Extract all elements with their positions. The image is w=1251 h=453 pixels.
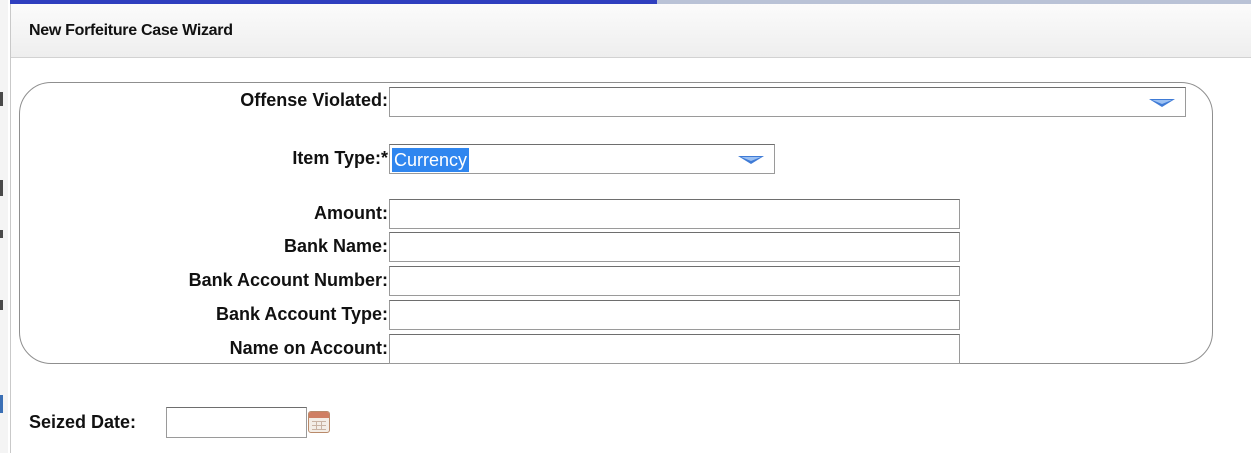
chevron-down-icon[interactable] <box>738 156 764 164</box>
bank-account-type-label: Bank Account Type: <box>215 304 388 324</box>
amount-label: Amount: <box>314 203 388 223</box>
bank-account-type-field[interactable] <box>389 300 960 330</box>
edge-tick <box>0 92 3 106</box>
seized-date-label: Seized Date: <box>29 412 137 432</box>
calendar-icon-header <box>309 412 329 418</box>
name-on-account-label: Name on Account: <box>229 338 388 358</box>
amount-field[interactable] <box>389 199 960 229</box>
edge-tick <box>0 180 3 196</box>
offense-violated-label: Offense Violated: <box>240 90 388 110</box>
seized-date-field[interactable] <box>166 407 307 438</box>
bank-account-number-field[interactable] <box>389 266 960 296</box>
wizard-titlebar: New Forfeiture Case Wizard <box>11 4 1251 58</box>
edge-tick <box>0 300 3 310</box>
item-type-value: Currency <box>392 148 470 172</box>
calendar-icon-grid <box>312 421 326 430</box>
wizard-title: New Forfeiture Case Wizard <box>29 22 233 39</box>
calendar-icon[interactable] <box>308 411 330 433</box>
name-on-account-field[interactable] <box>389 334 960 364</box>
left-edge <box>0 0 8 453</box>
item-type-label: Item Type:* <box>292 148 388 168</box>
chevron-down-icon[interactable] <box>1149 99 1175 107</box>
bank-name-label: Bank Name: <box>283 236 388 256</box>
edge-tick <box>0 395 3 413</box>
item-type-select[interactable]: Currency <box>389 144 775 174</box>
bank-account-number-label: Bank Account Number: <box>188 270 388 290</box>
bank-name-field[interactable] <box>389 232 960 262</box>
offense-violated-select[interactable] <box>389 87 1186 117</box>
edge-tick <box>0 230 3 238</box>
